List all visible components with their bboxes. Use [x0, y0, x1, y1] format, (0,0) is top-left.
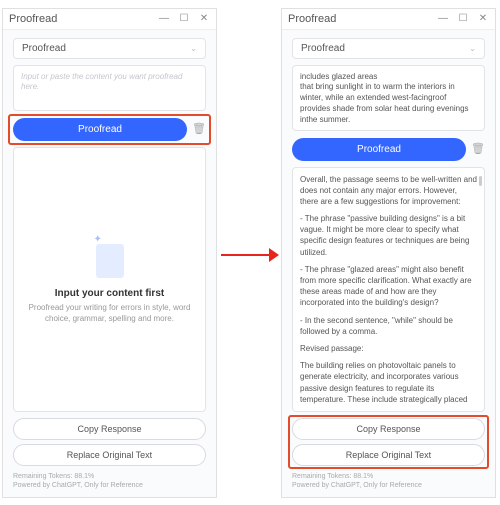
panel-body: Proofread ⌄ Input or paste the content y… — [3, 30, 216, 497]
result-paragraph: - The phrase "passive building designs" … — [300, 213, 477, 258]
window-controls: — ☐ ✕ — [437, 13, 489, 25]
input-placeholder: Input or paste the content you want proo… — [21, 72, 182, 92]
window-title: Proofread — [288, 13, 336, 25]
tokens-remaining: Remaining Tokens: 88.1% — [292, 472, 485, 481]
trash-icon[interactable]: 🗑 — [471, 142, 485, 156]
powered-by: Powered by ChatGPT, Only for Reference — [13, 481, 206, 490]
result-paragraph: Overall, the passage seems to be well-wr… — [300, 174, 477, 208]
copy-response-button[interactable]: Copy Response — [292, 418, 485, 440]
mode-dropdown[interactable]: Proofread ⌄ — [13, 38, 206, 59]
replace-text-button[interactable]: Replace Original Text — [292, 444, 485, 466]
maximize-icon[interactable]: ☐ — [178, 13, 190, 25]
result-area: Overall, the passage seems to be well-wr… — [292, 167, 485, 412]
trash-icon[interactable]: 🗑 — [192, 122, 206, 136]
footer: Remaining Tokens: 88.1% Powered by ChatG… — [292, 472, 485, 491]
close-icon[interactable]: ✕ — [477, 13, 489, 25]
window-controls: — ☐ ✕ — [158, 13, 210, 25]
minimize-icon[interactable]: — — [437, 13, 449, 25]
proofread-button[interactable]: Proofread — [292, 138, 466, 161]
result-text: Overall, the passage seems to be well-wr… — [300, 174, 477, 405]
copy-response-button[interactable]: Copy Response — [13, 418, 206, 440]
minimize-icon[interactable]: — — [158, 13, 170, 25]
empty-title: Input your content first — [55, 288, 164, 299]
empty-state: ✦ Input your content first Proofread you… — [22, 156, 197, 403]
proofread-row: Proofread 🗑 — [13, 118, 206, 141]
dropdown-value: Proofread — [301, 43, 345, 54]
document-icon: ✦ — [92, 234, 128, 278]
input-textarea[interactable]: includes glazed areas that bring sunligh… — [292, 65, 485, 131]
chevron-down-icon: ⌄ — [190, 44, 197, 53]
titlebar: Proofread — ☐ ✕ — [282, 9, 495, 30]
input-textarea[interactable]: Input or paste the content you want proo… — [13, 65, 206, 111]
input-value: includes glazed areas that bring sunligh… — [300, 72, 469, 124]
result-paragraph: - The phrase "glazed areas" might also b… — [300, 264, 477, 309]
maximize-icon[interactable]: ☐ — [457, 13, 469, 25]
panel-body: Proofread ⌄ includes glazed areas that b… — [282, 30, 495, 497]
proofread-panel-after: Proofread — ☐ ✕ Proofread ⌄ includes gla… — [281, 8, 496, 498]
proofread-panel-before: Proofread — ☐ ✕ Proofread ⌄ Input or pas… — [2, 8, 217, 498]
titlebar: Proofread — ☐ ✕ — [3, 9, 216, 30]
close-icon[interactable]: ✕ — [198, 13, 210, 25]
window-title: Proofread — [9, 13, 57, 25]
mode-dropdown[interactable]: Proofread ⌄ — [292, 38, 485, 59]
dropdown-value: Proofread — [22, 43, 66, 54]
replace-text-button[interactable]: Replace Original Text — [13, 444, 206, 466]
proofread-button[interactable]: Proofread — [13, 118, 187, 141]
result-paragraph: - In the second sentence, "while" should… — [300, 315, 477, 337]
arrow-right-icon — [221, 248, 279, 262]
empty-subtitle: Proofread your writing for errors in sty… — [28, 303, 191, 325]
powered-by: Powered by ChatGPT, Only for Reference — [292, 481, 485, 490]
result-area: ✦ Input your content first Proofread you… — [13, 147, 206, 412]
proofread-row: Proofread 🗑 — [292, 138, 485, 161]
scrollbar-thumb[interactable] — [479, 176, 482, 186]
chevron-down-icon: ⌄ — [469, 44, 476, 53]
action-buttons-group: Copy Response Replace Original Text — [292, 418, 485, 470]
result-paragraph: The building relies on photovoltaic pane… — [300, 360, 477, 405]
result-paragraph: Revised passage: — [300, 343, 477, 354]
tokens-remaining: Remaining Tokens: 88.1% — [13, 472, 206, 481]
footer: Remaining Tokens: 88.1% Powered by ChatG… — [13, 472, 206, 491]
